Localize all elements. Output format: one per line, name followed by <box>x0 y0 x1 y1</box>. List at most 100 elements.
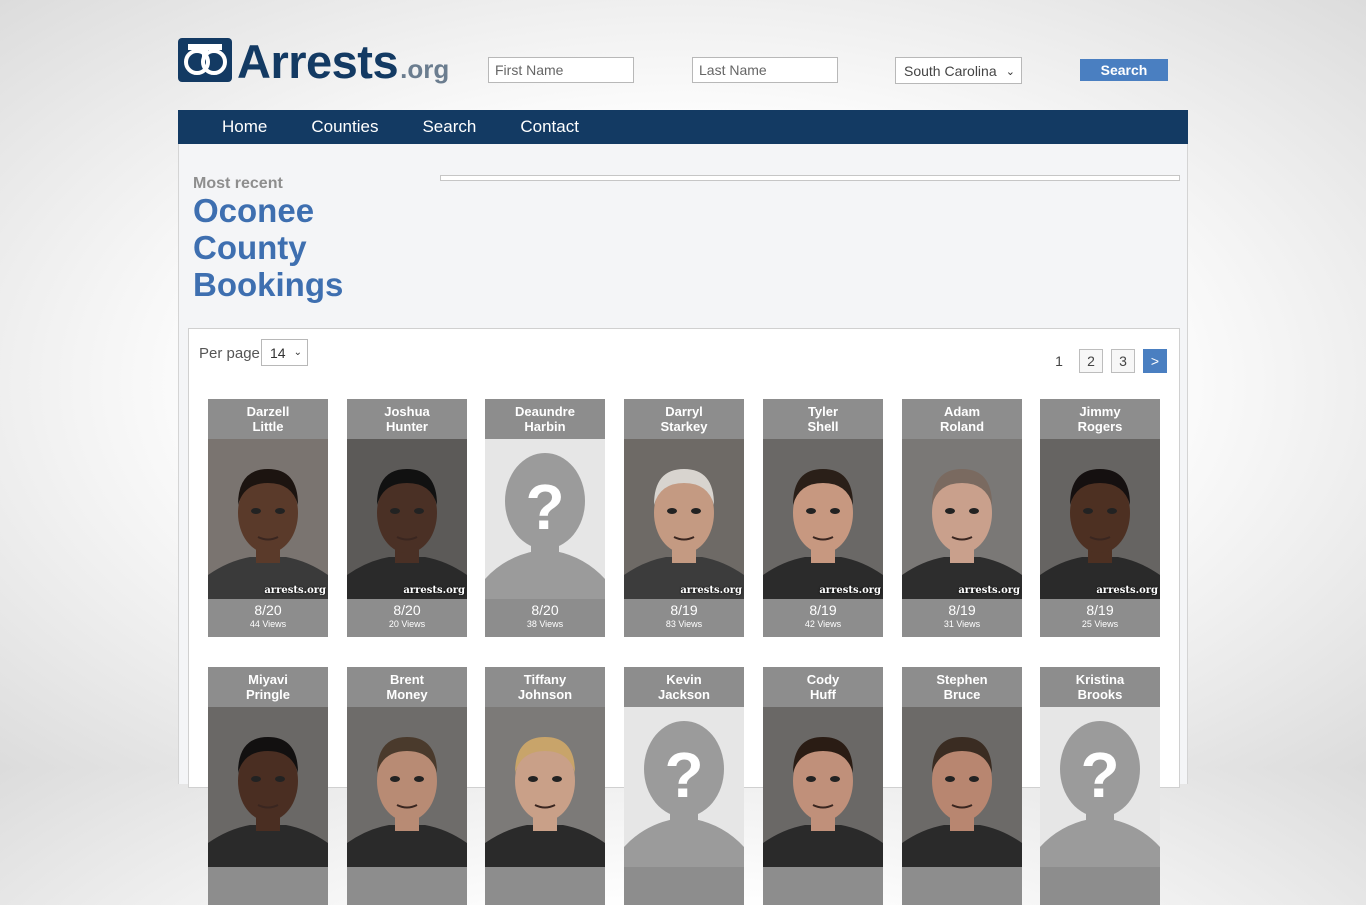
nav-contact[interactable]: Contact <box>520 117 579 137</box>
page-title-line: Oconee <box>193 192 315 229</box>
photo-watermark: arrests.org <box>1096 585 1158 596</box>
first-name-input[interactable] <box>488 57 634 83</box>
booking-date: 8/19 <box>1086 602 1114 618</box>
nav-search[interactable]: Search <box>422 117 476 137</box>
booking-first-name: Jimmy <box>1079 404 1121 419</box>
booking-name: Tiffany Johnson <box>485 667 605 707</box>
booking-last-name: Roland <box>939 419 985 434</box>
booking-first-name: Miyavi <box>248 672 288 687</box>
booking-photo[interactable] <box>347 707 467 867</box>
booking-photo[interactable] <box>902 707 1022 867</box>
booking-photo[interactable]: arrests.org <box>624 439 744 599</box>
booking-card[interactable]: Kevin Jackson? <box>624 667 744 905</box>
page-title: Oconee County Bookings <box>193 192 433 303</box>
booking-card[interactable]: Stephen Bruce <box>902 667 1022 905</box>
pagination: 1 2 3 > <box>1039 349 1167 373</box>
booking-card[interactable]: Darzell Little arrests.org 8/20 44 Views <box>208 399 328 637</box>
booking-card[interactable]: Tiffany Johnson <box>485 667 605 905</box>
booking-name: Miyavi Pringle <box>208 667 328 707</box>
booking-date: 8/20 <box>393 602 421 618</box>
svg-text:?: ? <box>1080 739 1119 811</box>
booking-first-name: Kevin <box>666 672 702 687</box>
booking-last-name: Pringle <box>245 687 291 702</box>
booking-last-name: Shell <box>807 419 839 434</box>
nav-home[interactable]: Home <box>222 117 267 137</box>
booking-last-name: Starkey <box>660 419 708 434</box>
booking-name: Jimmy Rogers <box>1040 399 1160 439</box>
next-page-button[interactable]: > <box>1143 349 1167 373</box>
booking-last-name: Rogers <box>1077 419 1123 434</box>
booking-photo[interactable]: arrests.org <box>347 439 467 599</box>
per-page-select[interactable]: 14 ⌄ <box>261 339 308 366</box>
booking-last-name: Jackson <box>657 687 711 702</box>
booking-name: Adam Roland <box>902 399 1022 439</box>
site-logo[interactable]: Arrests .org <box>178 34 450 85</box>
state-select[interactable]: South Carolina ⌄ <box>895 57 1022 84</box>
per-page-label: Per page <box>199 345 260 362</box>
booking-photo[interactable]: arrests.org <box>763 439 883 599</box>
booking-name: Tyler Shell <box>763 399 883 439</box>
booking-card[interactable]: Tyler Shell arrests.org 8/19 42 Views <box>763 399 883 637</box>
booking-name: Stephen Bruce <box>902 667 1022 707</box>
booking-name: Kristina Brooks <box>1040 667 1160 707</box>
booking-last-name: Johnson <box>517 687 573 702</box>
booking-card[interactable]: Joshua Hunter arrests.org 8/20 20 Views <box>347 399 467 637</box>
booking-name: Brent Money <box>347 667 467 707</box>
booking-name: Joshua Hunter <box>347 399 467 439</box>
no-photo-silhouette-icon[interactable]: ? <box>1040 707 1160 867</box>
booking-name: Kevin Jackson <box>624 667 744 707</box>
booking-card[interactable]: Adam Roland arrests.org 8/19 31 Views <box>902 399 1022 637</box>
booking-date: 8/20 <box>531 602 559 618</box>
page-link[interactable]: 3 <box>1111 349 1135 373</box>
chevron-down-icon: ⌄ <box>293 347 302 358</box>
nav-counties[interactable]: Counties <box>311 117 378 137</box>
photo-watermark: arrests.org <box>403 585 465 596</box>
booking-photo[interactable]: arrests.org <box>902 439 1022 599</box>
booking-photo[interactable]: arrests.org <box>208 439 328 599</box>
booking-card[interactable]: Brent Money <box>347 667 467 905</box>
booking-card[interactable]: Darryl Starkey arrests.org 8/19 83 Views <box>624 399 744 637</box>
booking-photo[interactable] <box>763 707 883 867</box>
page-link[interactable]: 2 <box>1079 349 1103 373</box>
no-photo-silhouette-icon[interactable]: ? <box>624 707 744 867</box>
booking-last-name: Harbin <box>524 419 566 434</box>
booking-last-name: Huff <box>810 687 836 702</box>
booking-views: 38 Views <box>526 619 564 629</box>
search-button[interactable]: Search <box>1080 59 1168 81</box>
main-nav: Home Counties Search Contact <box>178 110 1188 144</box>
booking-card[interactable]: Cody Huff <box>763 667 883 905</box>
booking-date: 8/19 <box>670 602 698 618</box>
results-box: Per page 14 ⌄ 1 2 3 > Darzell Little arres… <box>188 328 1180 905</box>
booking-name: Darryl Starkey <box>624 399 744 439</box>
booking-first-name: Tyler <box>807 404 839 419</box>
booking-first-name: Tiffany <box>523 672 567 687</box>
page-title-line: Bookings <box>193 266 344 303</box>
photo-watermark: arrests.org <box>680 585 742 596</box>
booking-first-name: Stephen <box>936 672 988 687</box>
booking-card[interactable]: Kristina Brooks? <box>1040 667 1160 905</box>
booking-name: Deaundre Harbin <box>485 399 605 439</box>
booking-views: 42 Views <box>804 619 842 629</box>
booking-photo[interactable]: arrests.org <box>1040 439 1160 599</box>
page-current: 1 <box>1055 353 1063 369</box>
booking-first-name: Adam <box>943 404 981 419</box>
booking-photo[interactable] <box>208 707 328 867</box>
ad-slot <box>440 175 1180 181</box>
booking-date: 8/19 <box>948 602 976 618</box>
booking-card[interactable]: Jimmy Rogers arrests.org 8/19 25 Views <box>1040 399 1160 637</box>
booking-name: Darzell Little <box>208 399 328 439</box>
logo-suffix: .org <box>400 54 450 84</box>
booking-views: 44 Views <box>249 619 287 629</box>
booking-photo[interactable] <box>485 707 605 867</box>
booking-views: 31 Views <box>943 619 981 629</box>
booking-card[interactable]: Miyavi Pringle <box>208 667 328 905</box>
booking-first-name: Kristina <box>1075 672 1125 687</box>
booking-views: 83 Views <box>665 619 703 629</box>
last-name-input[interactable] <box>692 57 838 83</box>
photo-watermark: arrests.org <box>819 585 881 596</box>
svg-text:?: ? <box>664 739 703 811</box>
photo-watermark: arrests.org <box>264 585 326 596</box>
booking-card[interactable]: Deaundre Harbin? 8/20 38 Views <box>485 399 605 637</box>
booking-first-name: Joshua <box>384 404 430 419</box>
no-photo-silhouette-icon[interactable]: ? <box>485 439 605 599</box>
